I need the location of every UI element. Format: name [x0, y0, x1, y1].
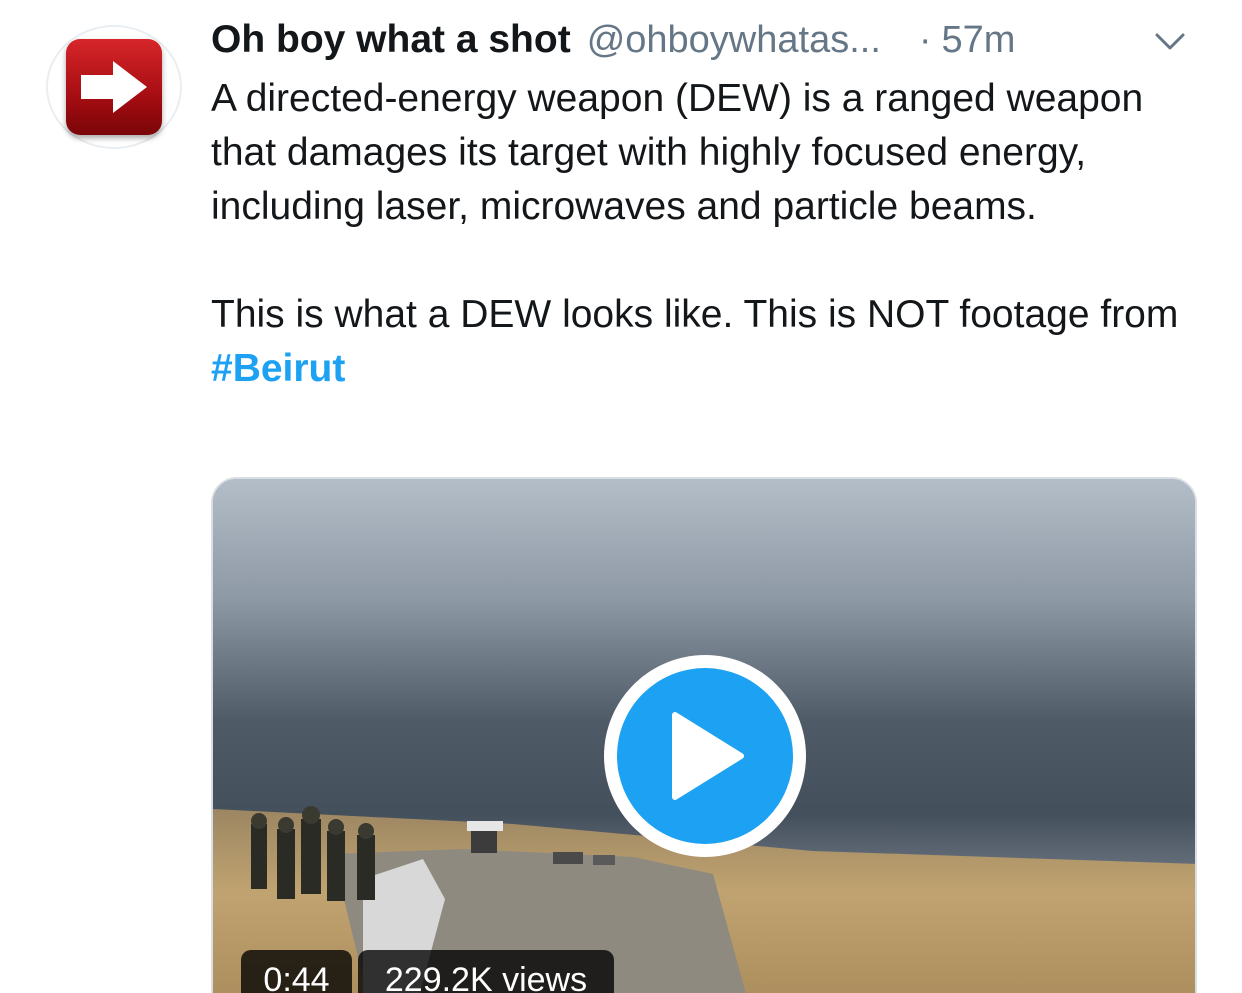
play-button[interactable] — [604, 655, 806, 857]
play-icon — [617, 668, 793, 844]
tweet: Oh boy what a shot @ohboywhatas... · 57m… — [0, 0, 1242, 993]
view-count: 229.2K views — [358, 950, 614, 993]
tweet-text: A directed-energy weapon (DEW) is a rang… — [211, 72, 1211, 396]
video-duration: 0:44 — [241, 950, 352, 993]
timestamp[interactable]: 57m — [942, 19, 1016, 62]
chevron-down-icon[interactable] — [1152, 26, 1188, 56]
tweet-paragraph-2-text: This is what a DEW looks like. This is N… — [211, 293, 1179, 336]
tweet-paragraph-2: This is what a DEW looks like. This is N… — [211, 288, 1211, 396]
separator-dot: · — [918, 18, 932, 61]
tweet-paragraph-1: A directed-energy weapon (DEW) is a rang… — [211, 77, 1144, 228]
user-handle[interactable]: @ohboywhatas... — [587, 19, 881, 62]
avatar[interactable] — [46, 25, 182, 149]
right-arrow-icon — [66, 39, 162, 135]
hashtag-link[interactable]: #Beirut — [211, 347, 345, 390]
display-name[interactable]: Oh boy what a shot — [211, 18, 571, 62]
video-player[interactable]: 0:44 229.2K views — [211, 477, 1197, 993]
tweet-header: Oh boy what a shot @ohboywhatas... · 57m — [211, 14, 1194, 66]
